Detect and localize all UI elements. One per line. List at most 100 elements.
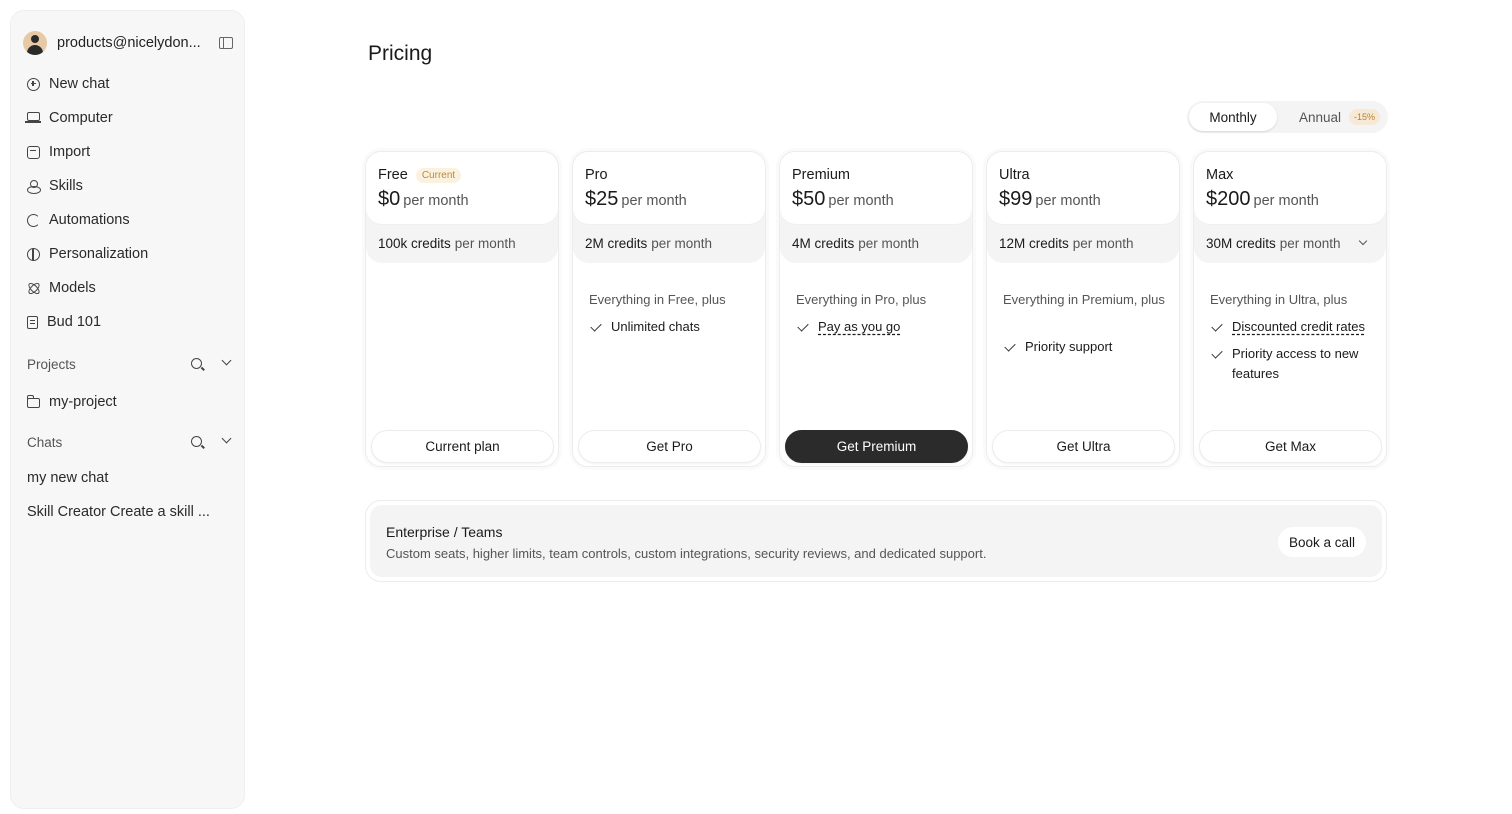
chat-item[interactable]: my new chat [27,461,217,495]
price-period: per month [403,193,469,209]
plan-credits: 4M credits per month [792,236,919,251]
search-icon[interactable] [191,436,202,447]
feature-list: Unlimited chats [589,317,759,344]
models-icon [27,282,40,295]
price-value: $50 [792,188,826,210]
sidebar-item-label: Computer [49,110,113,126]
folder-icon [26,395,40,408]
get-ultra-button[interactable]: Get Ultra [992,430,1175,463]
discount-badge: -15% [1349,109,1381,125]
plan-name-label: Premium [792,167,851,183]
plan-name-label: Ultra [999,167,1030,183]
account-menu[interactable]: products@nicelydon... [21,21,236,65]
sidebar-item-import[interactable]: Import [11,135,244,169]
sidebar-item-label: Automations [49,212,130,228]
plan-name-label: Free [378,167,408,183]
credits-selector[interactable]: 30M credits per month [1206,236,1341,251]
chevron-down-icon[interactable] [221,433,232,444]
plan-name: Premium [792,167,850,183]
plan-name: Max [1206,167,1233,183]
plan-card-pro: Pro $25 per month 2M credits per month Eve… [572,151,766,467]
billing-period-toggle: Monthly Annual -15% [1187,101,1388,133]
plan-credits: 12M credits per month [999,236,1134,251]
enterprise-description: Custom seats, higher limits, team contro… [386,546,987,561]
book-a-call-button[interactable]: Book a call [1278,527,1366,557]
enterprise-title: Enterprise / Teams [386,524,503,540]
sidebar-item-label: Import [49,144,91,160]
personalization-icon [27,247,40,261]
feature-item: Discounted credit rates [1210,317,1380,337]
plan-intro: Everything in Premium, plus [1003,292,1165,307]
feature-list: Priority support [1003,337,1173,364]
feature-item: Unlimited chats [589,317,759,337]
projects-section-header: Projects [27,347,232,381]
plan-card-free: Free Current $0 per month 100k credits per… [365,151,559,467]
feature-label: Priority access to new features [1232,346,1359,381]
sidebar-item-bud-101[interactable]: Bud 101 [11,305,244,339]
plan-name: Free Current [378,167,462,183]
credits-value: 12M credits [999,236,1069,251]
account-email: products@nicelydon... [57,35,201,51]
plan-header: Pro $25 per month [573,152,765,224]
search-icon[interactable] [191,358,202,369]
price-value: $99 [999,188,1033,210]
sidebar-item-computer[interactable]: Computer [11,101,244,135]
sidebar-item-personalization[interactable]: Personalization [11,237,244,271]
plan-name-label: Pro [585,167,608,183]
plan-credits: 2M credits per month [585,236,712,251]
check-icon [1004,340,1016,352]
current-badge: Current [415,167,462,183]
get-max-button[interactable]: Get Max [1199,430,1382,463]
sidebar: products@nicelydon... New chat Computer … [10,10,245,809]
sidebar-toggle-icon[interactable] [219,37,233,49]
projects-label: Projects [27,356,76,372]
price-period: per month [828,193,894,209]
laptop-icon [25,112,41,123]
project-item[interactable]: my-project [11,385,244,419]
feature-item: Pay as you go [796,317,966,337]
plan-name: Pro [585,167,608,183]
annual-label: Annual [1299,109,1342,125]
check-icon [797,320,809,332]
sidebar-item-skills[interactable]: Skills [11,169,244,203]
price-period: per month [621,193,687,209]
feature-list: Discounted credit rates Priority access … [1210,317,1380,391]
current-plan-button[interactable]: Current plan [371,430,554,463]
credits-period: per month [858,236,920,251]
sidebar-item-models[interactable]: Models [11,271,244,305]
price-value: $200 [1206,188,1251,210]
credits-value: 30M credits [1206,236,1276,251]
plan-card-ultra: Ultra $99 per month 12M credits per month … [986,151,1180,467]
feature-label[interactable]: Discounted credit rates [1232,317,1365,337]
project-label: my-project [49,394,117,410]
feature-label: Priority support [1025,339,1113,354]
monthly-option[interactable]: Monthly [1189,103,1277,131]
chat-item[interactable]: Skill Creator Create a skill ... [27,495,217,529]
plan-header: Ultra $99 per month [987,152,1179,224]
enterprise-panel: Enterprise / Teams Custom seats, higher … [370,505,1382,577]
plan-price: $50 per month [792,188,894,211]
get-premium-button[interactable]: Get Premium [785,430,968,463]
price-value: $0 [378,188,401,210]
sidebar-item-new-chat[interactable]: New chat [11,67,244,101]
credits-period: per month [454,236,516,251]
page-title: Pricing [368,42,433,65]
chevron-down-icon[interactable] [221,355,232,366]
plan-header: Max $200 per month [1194,152,1386,224]
price-period: per month [1253,193,1319,209]
plan-credits: 100k credits per month [378,236,516,251]
avatar [23,31,47,55]
plan-name-label: Max [1206,167,1234,183]
book-icon [27,315,38,329]
plan-card-max: Max $200 per month 30M credits per month E… [1193,151,1387,467]
credits-period: per month [1072,236,1134,251]
sidebar-item-label: New chat [49,76,110,92]
annual-option[interactable]: Annual -15% [1299,103,1381,131]
feature-label[interactable]: Pay as you go [818,317,900,337]
plan-header: Premium $50 per month [780,152,972,224]
credits-period: per month [1279,236,1341,251]
feature-item: Priority access to new features [1210,344,1380,384]
sidebar-item-automations[interactable]: Automations [11,203,244,237]
get-pro-button[interactable]: Get Pro [578,430,761,463]
import-icon [27,145,40,159]
